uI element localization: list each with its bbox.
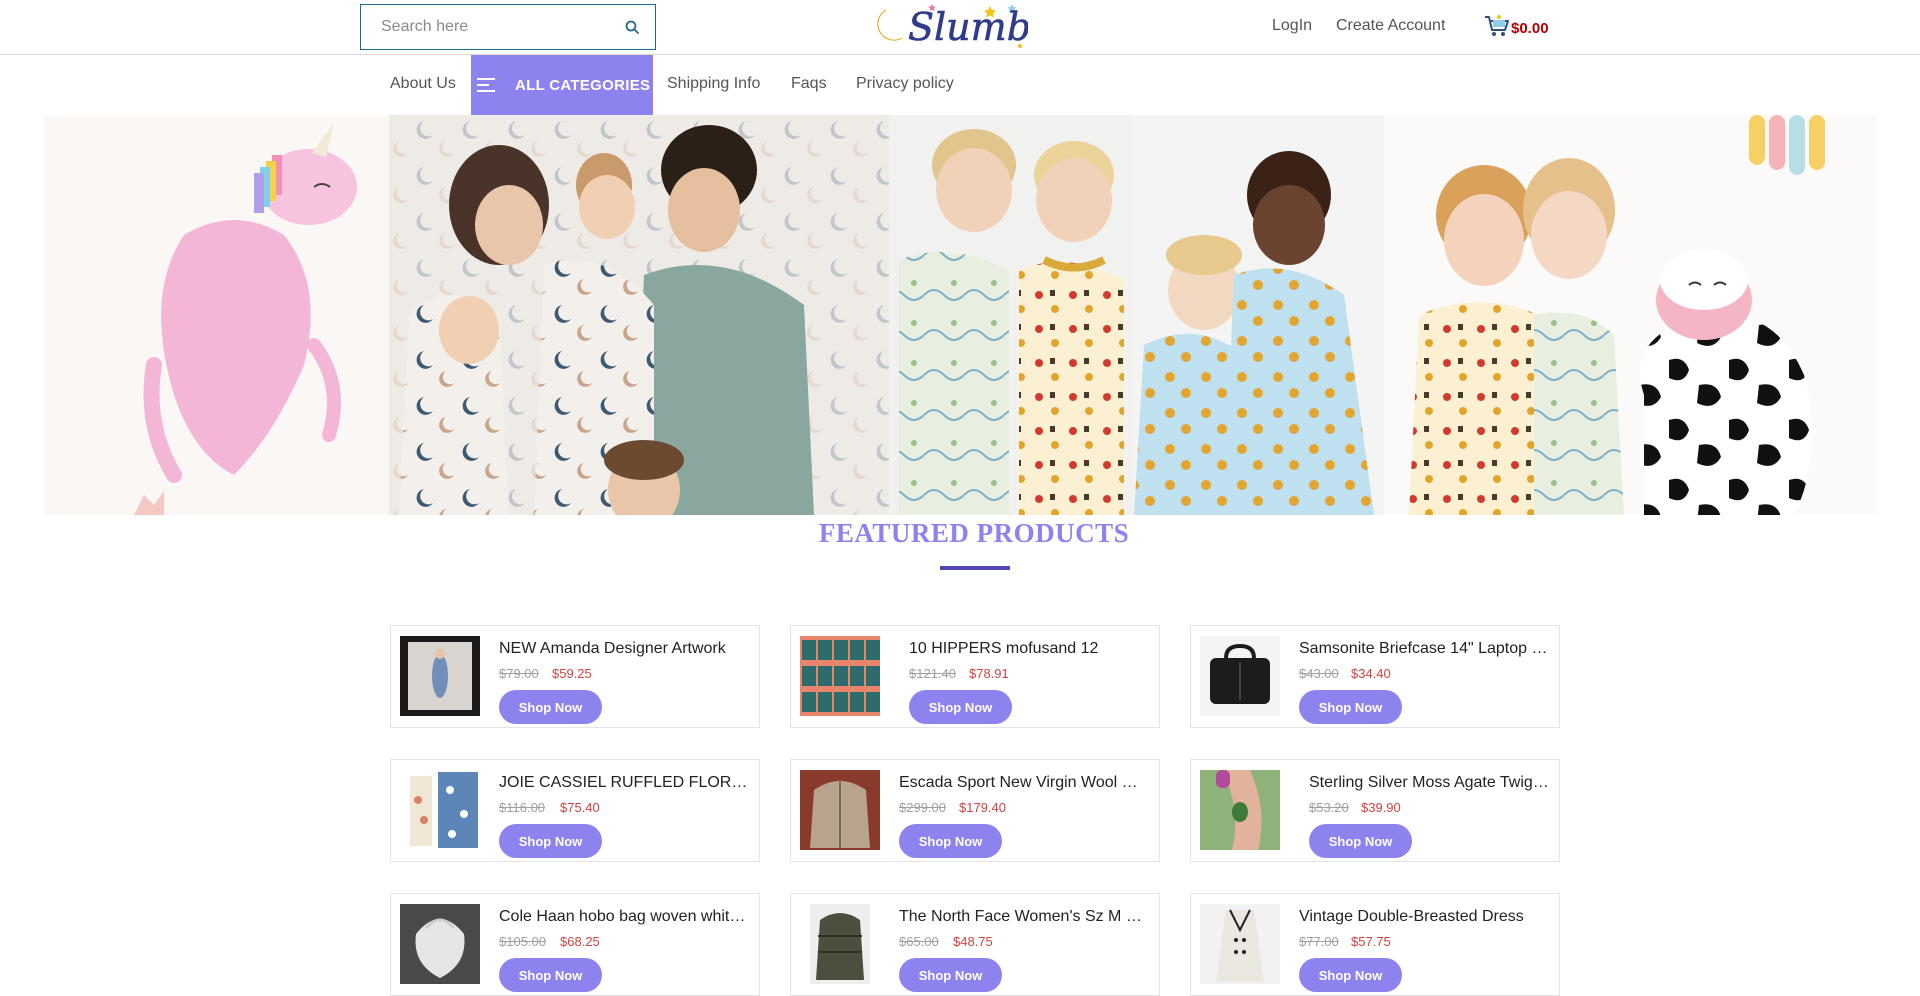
create-account-link[interactable]: Create Account (1336, 17, 1445, 35)
sale-price: $34.40 (1351, 666, 1391, 681)
product-image[interactable] (400, 904, 480, 984)
original-price: $105.00 (499, 934, 546, 949)
nav-about-us[interactable]: About Us (390, 75, 456, 93)
cart-total: $0.00 (1511, 20, 1549, 37)
product-name[interactable]: Samsonite Briefcase 14" Laptop … (1299, 640, 1554, 658)
title-underline (940, 566, 1010, 570)
search-box (360, 4, 656, 50)
shop-now-button[interactable]: Shop Now (899, 958, 1002, 992)
original-price: $121.40 (909, 666, 956, 681)
product-name[interactable]: NEW Amanda Designer Artwork (499, 640, 754, 658)
shop-now-button[interactable]: Shop Now (1299, 690, 1402, 724)
product-name[interactable]: The North Face Women's Sz M … (899, 908, 1154, 926)
shop-now-button[interactable]: Shop Now (1309, 824, 1412, 858)
nav-shipping-info[interactable]: Shipping Info (667, 75, 760, 93)
product-image[interactable] (1200, 770, 1280, 850)
original-price: $299.00 (899, 800, 946, 815)
product-card: Samsonite Briefcase 14" Laptop … $43.00 … (1190, 625, 1560, 728)
sale-price: $48.75 (953, 934, 993, 949)
shop-now-button[interactable]: Shop Now (1299, 958, 1402, 992)
product-image[interactable] (1200, 904, 1280, 984)
hero-banner-image (44, 115, 1877, 515)
product-name[interactable]: 10 HIPPERS mofusand 12 (909, 640, 1154, 658)
sale-price: $68.25 (560, 934, 600, 949)
product-card: JOIE CASSIEL RUFFLED FLOR… $116.00 $75.4… (390, 759, 760, 862)
product-image[interactable] (400, 636, 480, 716)
product-card: Vintage Double-Breasted Dress $77.00 $57… (1190, 893, 1560, 996)
nav-faqs[interactable]: Faqs (791, 75, 827, 93)
sale-price: $59.25 (552, 666, 592, 681)
shop-now-button[interactable]: Shop Now (499, 958, 602, 992)
all-categories-label: ALL CATEGORIES (515, 76, 651, 94)
shop-now-button[interactable]: Shop Now (899, 824, 1002, 858)
search-icon[interactable] (609, 5, 655, 49)
product-card: Cole Haan hobo bag woven whit… $105.00 $… (390, 893, 760, 996)
product-name[interactable]: Vintage Double-Breasted Dress (1299, 908, 1554, 926)
search-input[interactable] (361, 5, 609, 49)
main-nav: About Us ALL CATEGORIES Shipping Info Fa… (0, 55, 1920, 115)
product-image[interactable] (400, 770, 480, 850)
original-price: $77.00 (1299, 934, 1339, 949)
product-card: Escada Sport New Virgin Wool … $299.00 $… (790, 759, 1160, 862)
product-image[interactable] (810, 904, 870, 984)
hero-banner[interactable] (44, 115, 1877, 515)
product-name[interactable]: Escada Sport New Virgin Wool … (899, 774, 1154, 792)
original-price: $79.00 (499, 666, 539, 681)
product-card: The North Face Women's Sz M … $65.00 $48… (790, 893, 1160, 996)
product-name[interactable]: Sterling Silver Moss Agate Twig… (1309, 774, 1554, 792)
logo-wordmark: Slumber (908, 5, 1028, 49)
top-header: Slumber LogIn Create Account $0.00 (0, 0, 1920, 55)
sale-price: $179.40 (959, 800, 1006, 815)
shop-now-button[interactable]: Shop Now (909, 690, 1012, 724)
sale-price: $57.75 (1351, 934, 1391, 949)
all-categories-button[interactable]: ALL CATEGORIES (471, 55, 653, 115)
cart-button[interactable]: $0.00 (1484, 14, 1549, 43)
original-price: $116.00 (499, 800, 546, 815)
featured-products-title: FEATURED PRODUCTS (818, 518, 1130, 548)
original-price: $53.20 (1309, 800, 1349, 815)
product-image[interactable] (800, 636, 880, 716)
login-link[interactable]: LogIn (1272, 17, 1312, 35)
sale-price: $75.40 (560, 800, 600, 815)
nav-privacy-policy[interactable]: Privacy policy (856, 75, 954, 93)
sale-price: $39.90 (1361, 800, 1401, 815)
product-card: 10 HIPPERS mofusand 12 $121.40 $78.91 Sh… (790, 625, 1160, 728)
product-name[interactable]: JOIE CASSIEL RUFFLED FLOR… (499, 774, 754, 792)
product-image[interactable] (1200, 636, 1280, 716)
product-card: NEW Amanda Designer Artwork $79.00 $59.2… (390, 625, 760, 728)
original-price: $65.00 (899, 934, 939, 949)
shop-now-button[interactable]: Shop Now (499, 690, 602, 724)
cart-icon (1484, 14, 1510, 43)
menu-icon (477, 74, 495, 96)
sale-price: $78.91 (969, 666, 1009, 681)
product-name[interactable]: Cole Haan hobo bag woven whit… (499, 908, 754, 926)
shop-now-button[interactable]: Shop Now (499, 824, 602, 858)
product-image[interactable] (800, 770, 880, 850)
product-card: Sterling Silver Moss Agate Twig… $53.20 … (1190, 759, 1560, 862)
original-price: $43.00 (1299, 666, 1339, 681)
site-logo[interactable]: Slumber (872, 0, 1075, 54)
